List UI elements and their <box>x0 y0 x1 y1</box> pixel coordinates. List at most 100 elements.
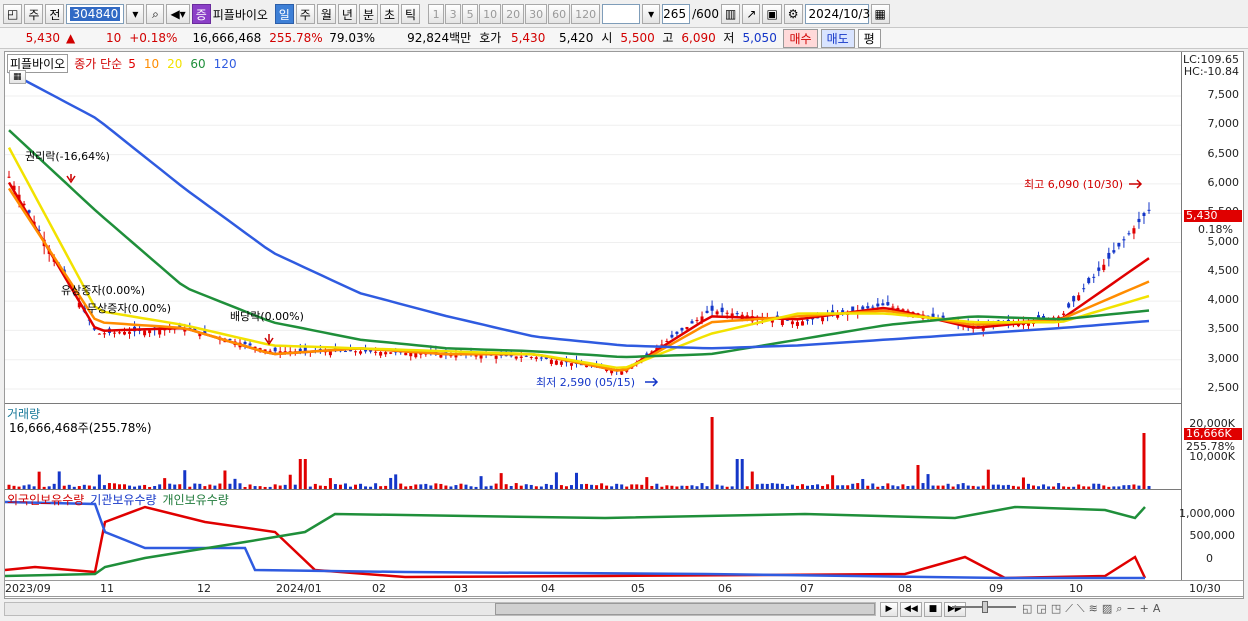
search-icon[interactable]: ⌕ <box>146 4 165 24</box>
zoom-slider-thumb[interactable] <box>982 601 988 613</box>
x-axis-label: 10 <box>1069 582 1083 595</box>
count-input[interactable]: 265 <box>662 4 691 24</box>
pane-divider <box>5 489 1181 490</box>
ma-period-label[interactable]: 20 <box>167 57 182 71</box>
candle-body <box>389 352 393 354</box>
gear-icon[interactable]: ⚙ <box>783 4 803 24</box>
volume-bar <box>926 474 930 489</box>
candle-body <box>97 333 101 335</box>
x-axis-label: 04 <box>541 582 555 595</box>
font-icon[interactable]: A <box>1153 602 1161 616</box>
trend-tool-icon[interactable]: ⟍ <box>1077 602 1085 616</box>
interval-tab[interactable]: 1 <box>428 4 445 24</box>
price-legend: 피플바이오 종가 단순 5 10 20 60 120 <box>7 54 237 73</box>
candle-body <box>735 313 739 315</box>
interval-tab[interactable]: 20 <box>502 4 525 24</box>
plus-icon[interactable]: + <box>1140 602 1149 616</box>
ma-period-label[interactable]: 60 <box>190 57 205 71</box>
period-tab[interactable]: 틱 <box>401 4 421 24</box>
candle-body <box>148 330 152 334</box>
candle-body <box>1147 209 1151 211</box>
interval-tab[interactable]: 30 <box>525 4 548 24</box>
image-icon[interactable]: ▨ <box>1102 602 1112 616</box>
scrollbar-thumb[interactable] <box>495 603 875 615</box>
ma-period-label[interactable]: 120 <box>214 57 237 71</box>
volume-bar <box>37 471 41 489</box>
candle-body <box>248 343 252 346</box>
volume-ratio-tag: 255.78% <box>1186 440 1235 453</box>
speaker-icon[interactable]: ◀▾ <box>166 4 190 24</box>
candle-body <box>534 357 538 359</box>
x-axis-label: 2023/09 <box>5 582 51 595</box>
calendar-icon[interactable]: ▦ <box>870 4 890 24</box>
layout-icon[interactable]: ◲ <box>1036 602 1046 616</box>
stock-code-input[interactable]: 304840 <box>66 4 125 24</box>
zoom-slider[interactable] <box>952 601 1016 613</box>
layout-icon[interactable]: ◰ <box>3 4 23 24</box>
candle-body <box>539 357 543 359</box>
play-icon[interactable]: ▶ <box>880 601 898 617</box>
interval-tab[interactable]: 3 <box>445 4 462 24</box>
institution-holding-legend: 기관보유수량 <box>90 493 157 507</box>
table-icon[interactable]: ▦ <box>9 70 26 84</box>
candle-body <box>354 351 358 353</box>
buy-button[interactable]: 매수 <box>783 28 818 48</box>
interval-tabs: 1 3 5 10 20 30 60 120 <box>428 4 601 24</box>
volume-bar <box>499 473 503 489</box>
market-type-select[interactable]: 주 <box>24 4 44 24</box>
ma-period-label[interactable]: 10 <box>144 57 159 71</box>
minus-icon[interactable]: − <box>1126 602 1135 616</box>
horizontal-scrollbar[interactable] <box>4 602 876 616</box>
prev-button[interactable]: 전 <box>45 4 65 24</box>
volume-bar <box>479 476 483 489</box>
volume-bar <box>740 459 744 489</box>
chevron-down-icon[interactable]: ▾ <box>642 4 661 24</box>
ma-period-label[interactable]: 5 <box>128 57 136 71</box>
volume-bar <box>288 474 292 489</box>
ma-period-list: 5 10 20 60 120 <box>128 57 236 71</box>
candle-icon[interactable]: ▥ <box>721 4 741 24</box>
candle-body <box>1112 250 1116 253</box>
candle-body <box>1137 218 1141 223</box>
chart-area[interactable]: 피플바이오 종가 단순 5 10 20 60 120 ▦ LC:109.65 HC:-1… <box>4 51 1244 599</box>
price-y-tick: 4,500 <box>1207 263 1240 277</box>
volume-bar <box>298 459 302 489</box>
rewind-icon[interactable]: ◀◀ <box>900 601 922 617</box>
interval-tab[interactable]: 10 <box>479 4 502 24</box>
ma-line-20 <box>7 147 1150 370</box>
draw-icon[interactable]: ↗ <box>742 4 761 24</box>
save-icon[interactable]: ▣ <box>762 4 782 24</box>
period-tab[interactable]: 주 <box>295 4 315 24</box>
avg-button[interactable]: 평 <box>857 28 881 48</box>
screen-icon[interactable]: ◱ <box>1022 602 1032 616</box>
period-tab[interactable]: 분 <box>358 4 378 24</box>
period-tab[interactable]: 월 <box>316 4 336 24</box>
candle-body <box>685 326 689 330</box>
stop-icon[interactable]: ■ <box>923 601 942 617</box>
candle-body <box>328 351 332 356</box>
candle-body <box>379 351 383 356</box>
bottom-controls: ▶ ◀◀ ■ ▶▶ ◱ ◲ ◳ ⟋ ⟍ ≋ ▨ ⌕ − + A <box>0 600 1248 618</box>
zoom-out-icon[interactable]: ⌕ <box>1116 602 1122 616</box>
period-tab[interactable]: 일 <box>274 4 294 24</box>
chevron-down-icon[interactable]: ▾ <box>126 4 145 24</box>
candle-body <box>1087 277 1091 284</box>
forward-icon[interactable]: ▶▶ <box>943 601 966 617</box>
interval-tab[interactable]: 120 <box>571 4 601 24</box>
candle-body <box>800 321 804 326</box>
date-input[interactable]: 2024/10/30 <box>804 4 878 24</box>
candle-body <box>404 352 408 356</box>
fib-tool-icon[interactable]: ≋ <box>1089 602 1098 616</box>
candle-body <box>549 359 553 364</box>
interval-tab[interactable]: 60 <box>548 4 571 24</box>
interval-custom-input[interactable] <box>602 4 641 24</box>
period-tab[interactable]: 초 <box>379 4 400 24</box>
period-tab[interactable]: 년 <box>337 4 357 24</box>
pane-divider <box>5 403 1181 404</box>
dividend-drop-annotation: 배당락(0.00%) <box>230 310 304 323</box>
interval-tab[interactable]: 5 <box>462 4 479 24</box>
hc-label: HC:-10.84 <box>1183 65 1239 78</box>
line-tool-icon[interactable]: ⟋ <box>1065 602 1073 616</box>
split-icon[interactable]: ◳ <box>1051 602 1061 616</box>
sell-button[interactable]: 매도 <box>820 28 855 48</box>
